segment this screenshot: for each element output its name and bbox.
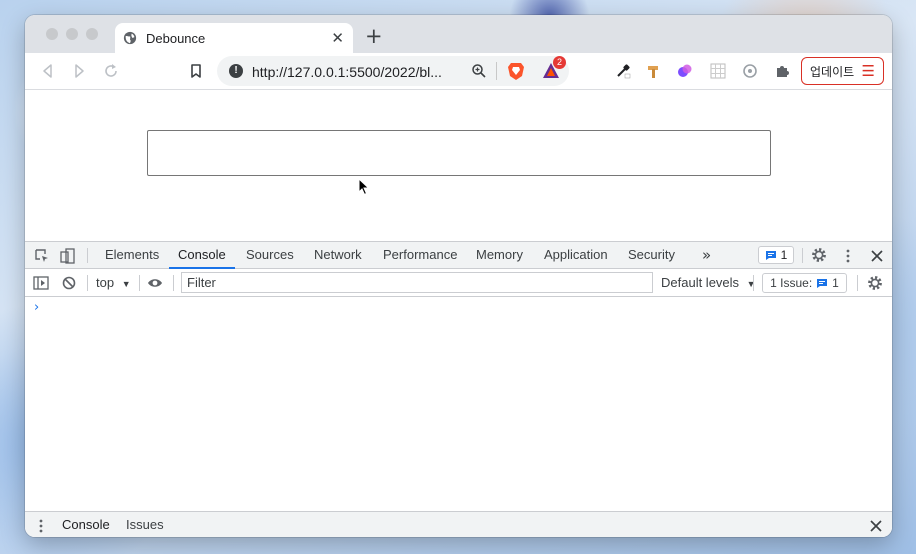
color-extension-icon[interactable]	[677, 63, 693, 79]
console-output[interactable]: ›	[25, 297, 892, 511]
tab-sources[interactable]: Sources	[246, 242, 294, 269]
tab-close-icon[interactable]: ✕	[331, 30, 344, 46]
close-devtools-icon[interactable]	[869, 248, 885, 264]
toolbar-separator	[87, 248, 88, 263]
show-sidebar-icon[interactable]	[33, 275, 49, 291]
brave-shield-icon[interactable]	[507, 61, 525, 81]
devtools-tab-bar: Elements Console Sources Network Perform…	[25, 242, 892, 269]
message-icon	[817, 278, 828, 288]
bookmark-icon[interactable]	[187, 62, 205, 80]
debounce-text-input[interactable]	[147, 130, 771, 176]
sync-extension-icon[interactable]	[742, 63, 758, 79]
puzzle-extensions-icon[interactable]	[774, 63, 790, 79]
eyedropper-extension-icon[interactable]	[615, 63, 631, 79]
console-filter-input[interactable]	[181, 272, 653, 293]
tab-performance[interactable]: Performance	[383, 242, 457, 269]
browser-window: Debounce ✕ + ! http://127.0.0.1:5500/202…	[25, 15, 892, 537]
console-prompt-icon: ›	[34, 300, 40, 315]
messages-count-button[interactable]: 1	[758, 246, 794, 264]
browser-tab[interactable]: Debounce ✕	[115, 23, 353, 53]
update-button[interactable]: 업데이트 ☰	[801, 57, 884, 85]
console-filter-bar: top ▼ Default levels ▼ 1 Issue:	[25, 269, 892, 297]
toolbar-separator	[139, 275, 140, 291]
address-url[interactable]: http://127.0.0.1:5500/2022/bl...	[252, 64, 442, 80]
tab-application[interactable]: Application	[544, 242, 608, 269]
settings-gear-icon[interactable]	[811, 247, 827, 263]
dropdown-arrow-icon: ▼	[121, 279, 131, 289]
context-selector[interactable]: top ▼	[96, 275, 131, 290]
log-levels-value: Default levels	[661, 275, 740, 290]
live-expression-eye-icon[interactable]	[147, 275, 163, 291]
more-tabs-icon[interactable]: »	[702, 242, 711, 269]
forward-icon[interactable]	[70, 62, 88, 80]
window-zoom-control[interactable]	[86, 28, 98, 40]
mouse-pointer-icon	[358, 178, 370, 196]
device-toolbar-icon[interactable]	[60, 248, 76, 264]
issues-label: 1 Issue:	[770, 276, 813, 290]
hammer-extension-icon[interactable]	[646, 63, 662, 79]
address-bar[interactable]: ! http://127.0.0.1:5500/2022/bl... 2	[217, 56, 569, 86]
browser-toolbar: ! http://127.0.0.1:5500/2022/bl... 2 업데이…	[25, 53, 892, 90]
inspect-element-icon[interactable]	[34, 248, 50, 264]
context-value: top	[96, 275, 115, 290]
issues-button[interactable]: 1 Issue: 1	[762, 273, 847, 293]
toolbar-separator	[753, 275, 754, 291]
toolbar-separator	[857, 275, 858, 291]
console-settings-gear-icon[interactable]	[867, 275, 883, 291]
message-icon	[765, 250, 776, 260]
site-info-icon[interactable]: !	[229, 64, 243, 78]
kebab-menu-icon[interactable]	[840, 248, 856, 264]
update-button-label: 업데이트	[810, 64, 855, 79]
messages-count: 1	[780, 248, 788, 262]
tab-console[interactable]: Console	[169, 242, 235, 269]
drawer-menu-icon[interactable]	[33, 518, 49, 534]
tab-security[interactable]: Security	[628, 242, 675, 269]
toolbar-separator	[802, 248, 803, 263]
tab-elements[interactable]: Elements	[105, 242, 159, 269]
toolbar-separator	[87, 275, 88, 291]
devtools-panel: Elements Console Sources Network Perform…	[25, 241, 892, 537]
toolbar-separator	[173, 275, 174, 291]
issues-count: 1	[832, 276, 839, 290]
back-icon[interactable]	[39, 62, 57, 80]
grid-extension-icon[interactable]	[710, 63, 726, 79]
tab-strip: Debounce ✕ +	[25, 15, 892, 53]
page-viewport	[25, 90, 892, 241]
drawer-tab-issues[interactable]: Issues	[126, 512, 164, 537]
clear-console-icon[interactable]	[61, 275, 77, 291]
devtools-drawer: Console Issues	[25, 511, 892, 537]
window-close-control[interactable]	[46, 28, 58, 40]
drawer-tab-console[interactable]: Console	[53, 512, 119, 537]
log-levels-dropdown[interactable]: Default levels ▼	[661, 275, 756, 290]
menu-icon: ☰	[861, 62, 875, 80]
new-tab-button[interactable]: +	[365, 26, 383, 47]
dropdown-arrow-icon: ▼	[746, 279, 756, 289]
rewards-badge: 2	[553, 56, 566, 69]
reload-icon[interactable]	[102, 62, 120, 80]
tab-network[interactable]: Network	[314, 242, 362, 269]
globe-icon	[123, 31, 137, 45]
tab-memory[interactable]: Memory	[476, 242, 523, 269]
tab-title: Debounce	[146, 30, 206, 46]
window-minimize-control[interactable]	[66, 28, 78, 40]
zoom-icon[interactable]	[471, 63, 487, 79]
close-drawer-icon[interactable]	[868, 518, 884, 534]
address-separator	[496, 62, 497, 80]
